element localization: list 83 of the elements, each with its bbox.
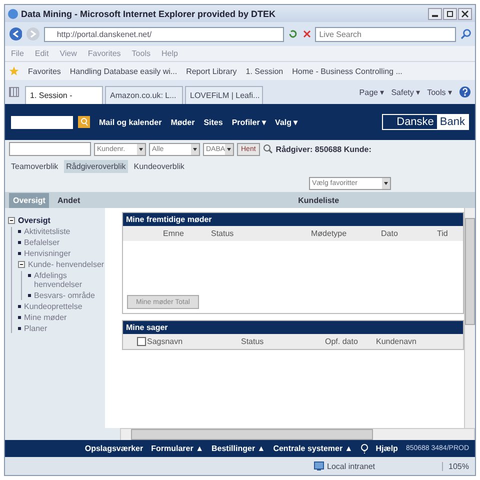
view-tab[interactable]: Kundeoverblik bbox=[132, 160, 186, 172]
favorite-link[interactable]: Handling Database easily wi... bbox=[70, 66, 178, 76]
advisor-info: Rådgiver: 850688 Kunde: bbox=[276, 144, 372, 154]
nav-link[interactable]: Profiler ▾ bbox=[232, 118, 266, 126]
tree-item[interactable]: Afdelings henvendelser bbox=[34, 271, 105, 289]
collapse-toggle[interactable] bbox=[18, 260, 25, 268]
tree-item[interactable]: Planer bbox=[24, 324, 48, 333]
tree-item[interactable]: Aktivitetsliste bbox=[24, 227, 70, 236]
tree-item[interactable]: Henvisninger bbox=[24, 249, 71, 258]
command-menu[interactable]: Tools ▾ bbox=[427, 88, 452, 96]
panel-title: Mine sager bbox=[123, 321, 463, 334]
tree-item[interactable]: Oversigt bbox=[18, 216, 50, 225]
footer-link[interactable]: Bestillinger ▲ bbox=[211, 444, 266, 453]
scrollbar[interactable] bbox=[120, 428, 475, 441]
nav-link[interactable]: Valg ▾ bbox=[275, 118, 298, 126]
minimize-button[interactable] bbox=[428, 8, 442, 20]
nav-link[interactable]: Møder bbox=[170, 118, 195, 126]
nav-link[interactable]: Mail og kalender bbox=[99, 118, 162, 126]
back-icon[interactable] bbox=[9, 27, 22, 41]
zoom-level[interactable]: 105% bbox=[442, 462, 469, 470]
customer-field[interactable] bbox=[9, 142, 91, 156]
bullet-icon bbox=[18, 230, 21, 233]
select-all-checkbox[interactable] bbox=[137, 337, 146, 346]
tree-item[interactable]: Mine møder bbox=[24, 313, 67, 322]
help-icon[interactable] bbox=[459, 86, 471, 98]
footer-link[interactable]: Formularer ▲ bbox=[151, 444, 204, 453]
bullet-icon bbox=[18, 305, 21, 308]
tree-item[interactable]: Kunde- henvendelser bbox=[28, 260, 104, 269]
window-title: Data Mining - Microsoft Internet Explorer provided by DTEK bbox=[21, 8, 276, 18]
column-header: Tid bbox=[437, 229, 448, 238]
column-header: Opf. dato bbox=[325, 337, 358, 346]
bullet-icon bbox=[18, 252, 21, 255]
quick-search-field[interactable] bbox=[11, 116, 73, 128]
view-tab[interactable]: Teamoverblik bbox=[9, 160, 60, 172]
column-header: Dato bbox=[381, 229, 398, 238]
column-header: Emne bbox=[163, 229, 184, 238]
column-header: Status bbox=[211, 229, 234, 238]
scrollbar[interactable] bbox=[464, 208, 475, 428]
bank-logo: Danske Bank bbox=[382, 114, 469, 130]
favorites-button[interactable]: Favorites bbox=[28, 66, 61, 76]
help-link[interactable]: Hjælp bbox=[376, 444, 398, 453]
nav-link[interactable]: Sites bbox=[204, 118, 223, 126]
favorite-link[interactable]: 1. Session bbox=[246, 66, 284, 76]
page-title: Kundeliste bbox=[298, 196, 340, 204]
footer-link[interactable]: Centrale systemer ▲ bbox=[273, 444, 353, 453]
column-header: Status bbox=[241, 337, 264, 346]
bullet-icon bbox=[18, 316, 21, 319]
browser-tab[interactable]: 1. Session - bbox=[25, 86, 103, 104]
browser-tab[interactable]: Amazon.co.uk: L... bbox=[105, 86, 183, 104]
close-button[interactable] bbox=[458, 8, 472, 20]
bullet-icon bbox=[18, 241, 21, 244]
command-menu[interactable]: Page ▾ bbox=[359, 88, 384, 96]
intranet-icon bbox=[314, 461, 324, 471]
browser-tab[interactable]: LOVEFiLM | Leafi... bbox=[185, 86, 263, 104]
address-field[interactable]: http://portal.danskenet.net/ bbox=[44, 26, 284, 42]
column-header: Kundenavn bbox=[376, 337, 416, 346]
favorite-link[interactable]: Home - Business Controlling ... bbox=[292, 66, 402, 76]
star-icon[interactable] bbox=[9, 66, 19, 76]
maximize-button[interactable] bbox=[443, 8, 457, 20]
tab-list-icon[interactable] bbox=[9, 87, 19, 97]
page-tab[interactable]: Andet bbox=[53, 192, 84, 208]
panel-title: Mine fremtidige møder bbox=[123, 213, 463, 226]
search-field[interactable]: Live Search bbox=[315, 26, 456, 42]
command-menu[interactable]: Safety ▾ bbox=[391, 88, 420, 96]
column-header: Sagsnavn bbox=[147, 337, 183, 346]
bullet-icon bbox=[28, 294, 31, 297]
favorite-link[interactable]: Report Library bbox=[186, 66, 237, 76]
bullet-icon bbox=[18, 327, 21, 330]
tree-item[interactable]: Kundeoprettelse bbox=[24, 302, 82, 311]
stop-icon[interactable] bbox=[302, 29, 312, 39]
footer-link[interactable]: Opslagsværker bbox=[84, 444, 144, 453]
magnifier-icon[interactable] bbox=[262, 144, 273, 154]
view-tab[interactable]: Rådgiveroverblik bbox=[64, 160, 128, 172]
column-header: Mødetype bbox=[311, 229, 347, 238]
search-icon[interactable] bbox=[460, 28, 471, 40]
tree-item[interactable]: Besvars- område bbox=[34, 291, 95, 300]
bullet-icon bbox=[28, 274, 31, 277]
security-zone: Local intranet bbox=[327, 462, 376, 470]
browser-icon bbox=[8, 8, 18, 18]
tree-item[interactable]: Befalelser bbox=[24, 238, 60, 247]
collapse-toggle[interactable] bbox=[8, 216, 15, 224]
bulb-icon bbox=[360, 444, 368, 454]
refresh-icon[interactable] bbox=[288, 29, 298, 39]
